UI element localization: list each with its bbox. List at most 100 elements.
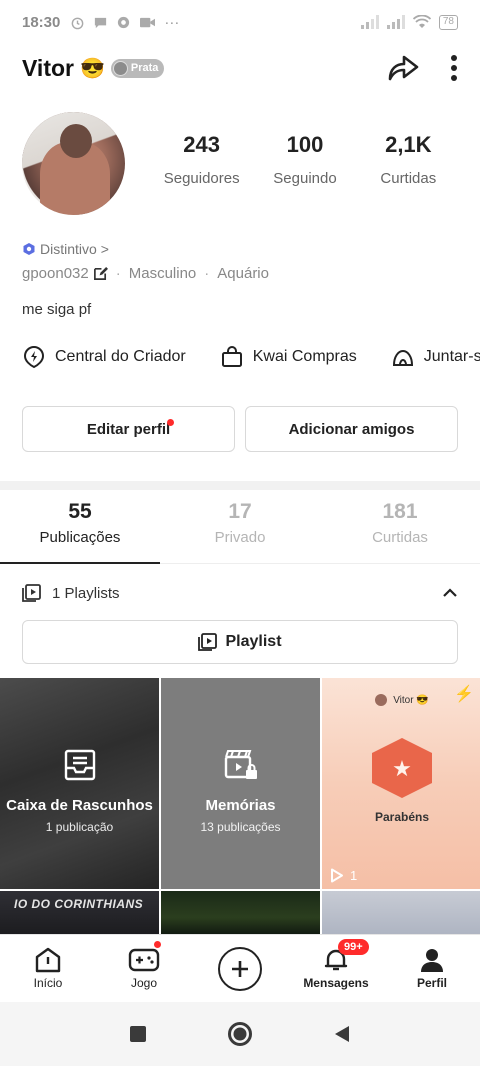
edit-profile-button[interactable]: Editar perfil (22, 406, 235, 452)
meta-separator: · (204, 265, 210, 282)
username: gpoon032 (22, 265, 89, 282)
video-play-count: 1 (330, 868, 357, 883)
video-overlay-text: IO DO CORINTHIANS (14, 897, 144, 911)
notification-dot (154, 941, 161, 948)
recent-apps-icon[interactable] (129, 1025, 147, 1043)
shortcut-join[interactable]: Juntar-s (391, 343, 480, 371)
stat-likes-value: 2,1K (385, 132, 432, 157)
profile-name-emoji: 😎 (79, 57, 105, 80)
messages-count-badge: 99+ (338, 939, 369, 955)
video-mini-avatar (375, 694, 388, 706)
memories-tile[interactable]: Memórias 13 publicações (161, 678, 320, 889)
status-time: 18:30 (22, 13, 61, 31)
tab-posts[interactable]: 55 Publicações (0, 500, 160, 564)
profile-stats: 243 Seguidores 100 Seguindo 2,1K Curtida… (150, 132, 460, 187)
gamepad-icon (128, 948, 160, 972)
bottom-navigation: Início Jogo Mensagens 99+ Perfil (0, 934, 480, 1002)
drafts-title: Caixa de Rascunhos (6, 797, 153, 814)
tab-private-count: 17 (228, 500, 252, 523)
tab-private-label: Privado (214, 529, 266, 546)
memories-count: 13 publicações (200, 820, 281, 834)
play-icon (331, 868, 343, 883)
lightning-icon: ⚡ (454, 686, 474, 703)
stat-followers-label: Seguidores (163, 170, 240, 187)
nav-home-label: Início (33, 976, 63, 990)
home-icon (35, 947, 61, 973)
rank-medal-icon (112, 60, 128, 76)
share-icon[interactable] (386, 53, 420, 83)
badge-link[interactable]: Distintivo > (22, 241, 109, 257)
stat-following-label: Seguindo (273, 170, 337, 187)
shortcut-join-label: Juntar-s (423, 348, 480, 365)
person-icon (421, 949, 443, 972)
rank-badge[interactable]: Prata (110, 58, 165, 78)
stat-likes[interactable]: 2,1K Curtidas (357, 132, 460, 187)
shortcut-kwai-shop-label: Kwai Compras (252, 348, 357, 365)
shortcuts-row: Central do Criador Kwai Compras Juntar-s (22, 343, 480, 371)
back-triangle-icon[interactable] (333, 1024, 351, 1044)
drafts-tile[interactable]: Caixa de Rascunhos 1 publicação (0, 678, 159, 889)
alarm-icon (72, 17, 84, 29)
chevron-up-icon[interactable] (442, 588, 458, 598)
playlist-count-label: 1 Playlists (52, 584, 120, 602)
profile-meta: gpoon032 · Masculino · Aquário (22, 265, 269, 282)
playlist-section-toggle[interactable]: 1 Playlists (22, 578, 458, 608)
playlist-icon (198, 633, 218, 651)
drafts-count: 1 publicação (45, 820, 114, 834)
more-options-icon[interactable] (450, 54, 458, 82)
video-header-name: Vitor 😎 (393, 694, 429, 706)
add-friends-label: Adicionar amigos (288, 420, 415, 438)
video-camera-icon (140, 17, 156, 27)
nav-game[interactable]: Jogo (96, 935, 192, 1002)
video-play-count-value: 1 (350, 868, 358, 883)
add-friends-button[interactable]: Adicionar amigos (245, 406, 458, 452)
shortcut-creator-center[interactable]: Central do Criador (22, 343, 186, 371)
tab-likes[interactable]: 181 Curtidas (320, 500, 480, 563)
memories-title: Memórias (205, 797, 276, 814)
edit-profile-label: Editar perfil (86, 420, 171, 438)
video-thumbnail[interactable] (322, 891, 480, 935)
content-tabs: 55 Publicações 17 Privado 181 Curtidas (0, 500, 480, 564)
nav-create[interactable] (192, 935, 288, 1002)
zodiac-sign: Aquário (217, 265, 269, 282)
avatar[interactable] (22, 112, 125, 215)
playlist-button-label: Playlist (225, 633, 282, 650)
tab-likes-count: 181 (382, 500, 418, 523)
locked-clapperboard-icon (224, 750, 257, 779)
create-button[interactable] (218, 946, 262, 991)
tent-icon (392, 349, 413, 366)
more-notifications-icon: ··· (164, 13, 180, 31)
stat-followers[interactable]: 243 Seguidores (150, 132, 253, 187)
video-thumbnail[interactable] (161, 891, 320, 935)
system-navigation-bar (0, 1002, 480, 1066)
stat-following[interactable]: 100 Seguindo (253, 132, 356, 187)
home-circle-icon[interactable] (227, 1021, 253, 1047)
tab-posts-label: Publicações (39, 529, 121, 546)
status-notification-icons: ··· (70, 14, 179, 31)
video-congrats-title: Parabéns (374, 810, 430, 824)
message-icon (118, 16, 130, 28)
shortcut-kwai-shop[interactable]: Kwai Compras (220, 343, 357, 371)
tab-private[interactable]: 17 Privado (160, 500, 320, 563)
shopping-bag-icon (221, 346, 242, 367)
inbox-tray-icon (64, 749, 95, 781)
stat-following-value: 100 (286, 132, 324, 157)
profile-header: Vitor 😎 Prata (22, 48, 458, 88)
video-thumbnail[interactable]: Vitor 😎 ⚡ ★ Parabéns 1 (322, 678, 480, 889)
profile-action-buttons: Editar perfil Adicionar amigos (22, 406, 458, 452)
shortcut-creator-center-label: Central do Criador (55, 348, 186, 365)
edit-icon[interactable] (93, 266, 108, 281)
signal-icon-2 (386, 15, 405, 29)
nav-messages[interactable]: Mensagens 99+ (288, 935, 384, 1002)
video-thumbnail[interactable]: IO DO CORINTHIANS (0, 891, 159, 935)
wifi-icon (412, 15, 431, 28)
nav-profile-label: Perfil (416, 976, 447, 990)
battery-indicator: 78 (438, 14, 458, 30)
lightning-pin-icon (23, 345, 45, 369)
playlist-button[interactable]: Playlist (22, 620, 458, 664)
nav-home[interactable]: Início (0, 935, 96, 1002)
nav-profile[interactable]: Perfil (384, 935, 480, 1002)
plus-icon (232, 960, 248, 977)
stat-likes-label: Curtidas (380, 170, 437, 187)
nav-messages-label: Mensagens (303, 976, 369, 990)
